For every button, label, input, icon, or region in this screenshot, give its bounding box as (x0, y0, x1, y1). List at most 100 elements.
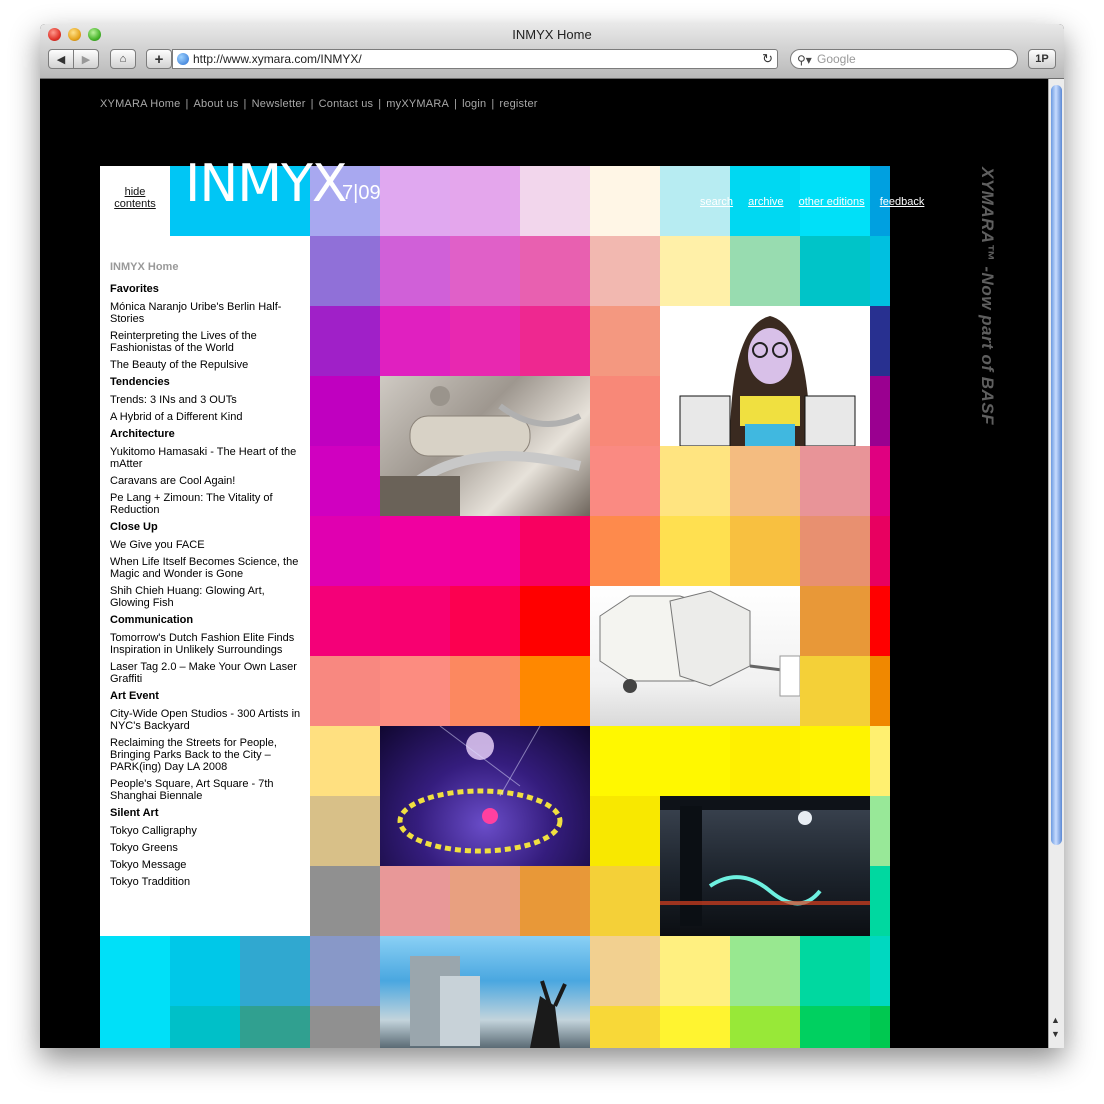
mosaic-tile (800, 656, 870, 726)
mosaic-tile (730, 516, 800, 586)
scroll-down-arrow-icon[interactable]: ▼ (1051, 1029, 1060, 1039)
light-installation-photo[interactable] (380, 726, 590, 866)
nav-link-register[interactable]: register (499, 98, 537, 110)
scroll-up-arrow-icon[interactable]: ▲ (1051, 1015, 1060, 1025)
mosaic-tile (730, 236, 800, 306)
mosaic-tile (800, 726, 870, 796)
sidebar-article-link[interactable]: Tomorrow's Dutch Fashion Elite Finds Ins… (110, 632, 305, 656)
mosaic-tile (240, 936, 310, 1006)
home-button[interactable]: ⌂ (110, 49, 136, 69)
sidebar-article-link[interactable]: People's Square, Art Square - 7th Shangh… (110, 778, 305, 802)
mosaic-tile (520, 166, 590, 236)
forward-button[interactable]: ▶ (73, 49, 99, 69)
mosaic-tile (450, 516, 520, 586)
sidebar-article-link[interactable]: City-Wide Open Studios - 300 Artists in … (110, 708, 305, 732)
browser-window: INMYX Home ◀ ▶ ⌂ + http://www.xymara.com… (40, 24, 1064, 1048)
sidebar-article-link[interactable]: The Beauty of the Repulsive (110, 359, 305, 371)
mosaic-tile (730, 936, 800, 1006)
sidebar-section-heading: Art Event (110, 690, 159, 702)
sidebar-section: Art Event City-Wide Open Studios - 300 Ar… (110, 690, 305, 802)
mosaic-tile (800, 586, 870, 656)
search-link[interactable]: search (700, 196, 733, 208)
inmyx-logo[interactable]: INMYX (185, 154, 347, 214)
mosaic-tile (870, 726, 890, 796)
bridge-graffiti-photo[interactable] (660, 796, 870, 936)
back-button[interactable]: ◀ (48, 49, 74, 69)
sidebar-article-link[interactable]: We Give you FACE (110, 539, 305, 551)
mosaic-tile (660, 516, 730, 586)
sidebar-article-link[interactable]: Pe Lang + Zimoun: The Vitality of Reduct… (110, 492, 305, 516)
sidebar-article-link[interactable]: Laser Tag 2.0 – Make Your Own Laser Graf… (110, 661, 305, 685)
nav-link-login[interactable]: login (462, 98, 486, 110)
search-field[interactable]: ⚲▾ Google (790, 49, 1018, 69)
add-bookmark-button[interactable]: + (146, 49, 172, 69)
mosaic-tile (590, 166, 660, 236)
mosaic-tile (310, 446, 380, 516)
caravan-photo[interactable] (590, 586, 800, 726)
mosaic-tile (870, 936, 890, 1006)
mosaic-tile (520, 656, 590, 726)
url-text: http://www.xymara.com/INMYX/ (193, 52, 362, 66)
feedback-link[interactable]: feedback (880, 196, 925, 208)
mosaic-tile (800, 1006, 870, 1048)
onepassword-button[interactable]: 1P (1028, 49, 1056, 69)
mosaic-tile (100, 1006, 170, 1048)
sidebar-section-heading: Close Up (110, 521, 158, 533)
mosaic-tile (520, 586, 590, 656)
mosaic-tile (590, 516, 660, 586)
hide-contents-link[interactable]: hide contents (100, 186, 170, 210)
sidebar-article-link[interactable]: Shih Chieh Huang: Glowing Art, Glowing F… (110, 585, 305, 609)
mosaic-tile (870, 1006, 890, 1048)
nav-link-xymara-home[interactable]: XYMARA Home (100, 98, 180, 110)
mosaic-tile (310, 936, 380, 1006)
sidebar-article-link[interactable]: Trends: 3 INs and 3 OUTs (110, 394, 305, 406)
nav-link-newsletter[interactable]: Newsletter (252, 98, 306, 110)
sidebar-article-link[interactable]: Tokyo Calligraphy (110, 825, 305, 837)
sidebar-article-link[interactable]: Reclaiming the Streets for People, Bring… (110, 737, 305, 773)
sidebar-section: Communication Tomorrow's Dutch Fashion El… (110, 614, 305, 685)
mosaic-tile (590, 236, 660, 306)
edition-number: 7|09 (342, 182, 381, 204)
other-editions-link[interactable]: other editions (799, 196, 865, 208)
sidebar-section-heading: Communication (110, 614, 194, 626)
mosaic-tile (450, 236, 520, 306)
sidebar-article-link[interactable]: Tokyo Message (110, 859, 305, 871)
back-arrow-icon: ◀ (56, 53, 66, 66)
address-bar[interactable]: http://www.xymara.com/INMYX/ ↻ (172, 49, 778, 69)
mosaic-tile (170, 936, 240, 1006)
illustration-girl-photo[interactable] (660, 306, 870, 446)
mosaic-tile (310, 726, 380, 796)
vertical-scrollbar[interactable]: ▲ ▼ (1048, 79, 1064, 1048)
window-title: INMYX Home (512, 27, 592, 42)
sidebar-article-link[interactable]: Caravans are Cool Again! (110, 475, 305, 487)
mosaic-tile (590, 726, 660, 796)
archive-link[interactable]: archive (748, 196, 783, 208)
reload-icon[interactable]: ↻ (762, 50, 773, 68)
nav-link-about[interactable]: About us (194, 98, 239, 110)
mosaic-tile (450, 166, 520, 236)
mosaic-tile (170, 1006, 240, 1048)
mosaic-tile (730, 726, 800, 796)
forward-arrow-icon: ▶ (81, 53, 91, 66)
sidebar-home-link[interactable]: INMYX Home (110, 261, 178, 273)
sidebar-article-link[interactable]: Mónica Naranjo Uribe's Berlin Half-Stori… (110, 301, 305, 325)
motorcycle-photo[interactable] (380, 376, 590, 516)
sidebar-article-link[interactable]: Tokyo Greens (110, 842, 305, 854)
mosaic-tile (730, 1006, 800, 1048)
mosaic-tile (800, 936, 870, 1006)
sidebar-article-link[interactable]: Reinterpreting the Lives of the Fashioni… (110, 330, 305, 354)
gallery-photo[interactable] (380, 936, 590, 1048)
sidebar-article-link[interactable]: Yukitomo Hamasaki - The Heart of the mAt… (110, 446, 305, 470)
mosaic-tile (240, 1006, 310, 1048)
nav-link-myxymara[interactable]: myXYMARA (386, 98, 449, 110)
mosaic-tile (310, 796, 380, 866)
light-installation-graphic (397, 726, 563, 854)
mosaic-tile (590, 1006, 660, 1048)
sidebar-section: Favorites Mónica Naranjo Uribe's Berlin H… (110, 283, 305, 371)
nav-link-contact[interactable]: Contact us (319, 98, 374, 110)
sidebar-article-link[interactable]: When Life Itself Becomes Science, the Ma… (110, 556, 305, 580)
color-mosaic: INMYX 7|09 hide contents search archive … (100, 154, 960, 1048)
scrollbar-thumb[interactable] (1051, 85, 1062, 845)
sidebar-article-link[interactable]: A Hybrid of a Different Kind (110, 411, 305, 423)
sidebar-article-link[interactable]: Tokyo Traddition (110, 876, 305, 888)
